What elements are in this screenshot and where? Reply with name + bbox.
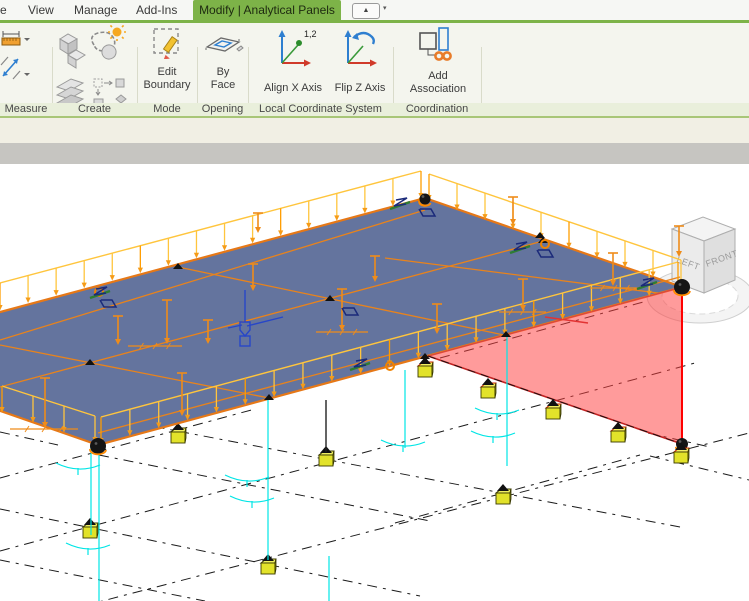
measure-tools-icons[interactable] bbox=[0, 27, 34, 83]
tab-modify-analytical-panels[interactable]: Modify | Analytical Panels bbox=[193, 0, 341, 20]
pencil-icon bbox=[164, 36, 178, 58]
node-ball bbox=[674, 279, 690, 295]
by-face-icon bbox=[199, 25, 247, 59]
svg-text:1,2: 1,2 bbox=[304, 29, 317, 39]
node-ball-highlight bbox=[95, 442, 98, 445]
edit-boundary-icon bbox=[138, 25, 196, 59]
view-title-band bbox=[0, 143, 749, 164]
load-arrowhead-icon bbox=[306, 223, 311, 229]
create-convert-icon[interactable] bbox=[94, 79, 126, 106]
load-arrowhead-icon bbox=[82, 283, 87, 289]
load-arrowhead-icon bbox=[278, 230, 283, 236]
support-box[interactable] bbox=[496, 484, 511, 504]
point-load-arrowhead-icon bbox=[255, 227, 261, 233]
ruler-icon[interactable] bbox=[2, 31, 30, 45]
menu-item-partial[interactable]: e bbox=[0, 0, 13, 20]
grid-line bbox=[0, 509, 420, 596]
panel-label-lcs[interactable]: Local Coordinate System bbox=[248, 103, 393, 116]
menu-item-manage[interactable]: Manage bbox=[68, 0, 123, 20]
ribbon-minimize-button[interactable]: ▲ bbox=[352, 3, 380, 19]
load-arrowhead-icon bbox=[54, 290, 59, 296]
load-arrowhead-icon bbox=[25, 298, 30, 304]
panel-label-opening[interactable]: Opening bbox=[197, 103, 248, 116]
ribbon-minimize-caret-icon[interactable]: ▾ bbox=[383, 4, 387, 12]
grid-line bbox=[0, 432, 58, 445]
menu-bar: e View Manage Add-Ins Modify | Analytica… bbox=[0, 0, 749, 20]
load-arrowhead-icon bbox=[194, 253, 199, 259]
grid-line bbox=[650, 456, 749, 480]
sun-icon bbox=[108, 25, 126, 41]
support-box[interactable] bbox=[171, 423, 186, 443]
panel-label-coordination[interactable]: Coordination bbox=[393, 103, 481, 116]
grid-line bbox=[0, 560, 205, 601]
support-boundary-conditions[interactable] bbox=[83, 423, 511, 574]
grid-line bbox=[60, 433, 749, 601]
panel-label-measure[interactable]: Measure bbox=[0, 103, 52, 116]
ribbon-panel-labels: Measure Create Mode Opening Local Coordi… bbox=[0, 103, 749, 116]
node-axis-glyph bbox=[394, 198, 407, 206]
measure-between-icon[interactable] bbox=[1, 57, 30, 79]
support-box[interactable] bbox=[611, 422, 626, 442]
ribbon: Edit Boundary By Face bbox=[0, 23, 749, 104]
load-arrowhead-icon bbox=[166, 260, 171, 266]
align-x-axis-icon: 1,2 bbox=[252, 27, 334, 71]
flip-z-axis-icon bbox=[326, 27, 394, 71]
node-marker bbox=[535, 232, 545, 238]
analytical-model-view[interactable]: LEFT FRONT bbox=[0, 164, 749, 601]
node-ball-highlight bbox=[679, 440, 682, 443]
menu-item-view[interactable]: View bbox=[22, 0, 60, 20]
node-ball-highlight bbox=[679, 283, 682, 286]
link-icon bbox=[435, 52, 450, 59]
add-association-icon bbox=[398, 25, 478, 65]
support-box[interactable] bbox=[481, 378, 496, 398]
load-arrowhead-icon bbox=[222, 245, 227, 251]
create-lasso-icon[interactable] bbox=[92, 25, 126, 59]
panel-label-create[interactable]: Create bbox=[52, 103, 137, 116]
create-cubes-icon[interactable] bbox=[60, 34, 85, 68]
options-bar bbox=[0, 118, 749, 143]
model-view-canvas[interactable]: LEFT FRONT bbox=[0, 164, 749, 601]
load-arrowhead-icon bbox=[138, 268, 143, 274]
support-box[interactable] bbox=[418, 357, 433, 377]
create-tools-icons[interactable] bbox=[54, 25, 134, 115]
revit-window: e View Manage Add-Ins Modify | Analytica… bbox=[0, 0, 749, 601]
menu-item-addins[interactable]: Add-Ins bbox=[130, 0, 183, 20]
node-ball bbox=[420, 194, 431, 205]
load-arrowhead-icon bbox=[110, 275, 115, 281]
node-ball bbox=[90, 438, 106, 454]
load-arrowhead-icon bbox=[0, 305, 3, 311]
panel-label-mode[interactable]: Mode bbox=[137, 103, 197, 116]
load-arrowhead-icon bbox=[250, 238, 255, 244]
node-ball-highlight bbox=[422, 195, 425, 198]
